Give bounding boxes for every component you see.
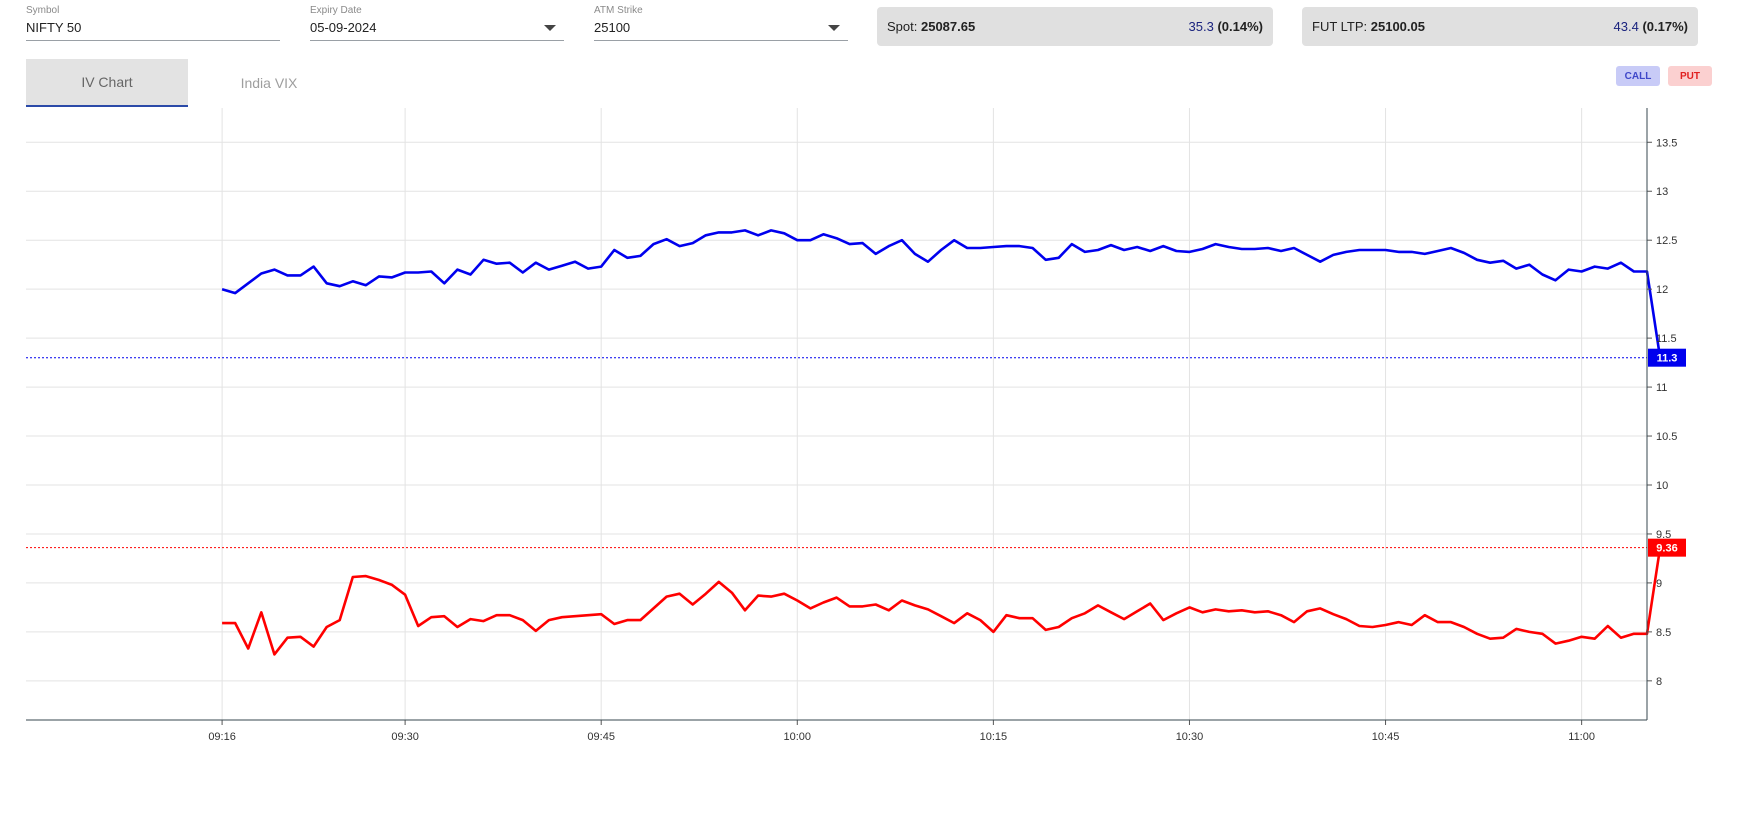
x-tick-label: 11:00 [1568,731,1595,743]
y-tick-label: 11.5 [1656,333,1677,345]
x-tick-label: 10:15 [980,731,1008,743]
iv-chart: 88.599.51010.51111.51212.51313.509:16 09:… [26,108,1686,743]
x-tick-label: 09:45 [587,731,615,743]
y-tick-label: 8.5 [1656,627,1671,639]
call-last-value-label: 11.3 [1657,353,1678,365]
x-tick-label: 10:30 [1176,731,1204,743]
y-tick-label: 11 [1656,382,1667,394]
y-tick-label: 10 [1656,480,1668,492]
x-tick-label: 10:00 [784,731,812,743]
y-tick-label: 10.5 [1656,431,1677,443]
y-tick-label: 12 [1656,284,1668,296]
y-tick-label: 12.5 [1656,235,1677,247]
y-tick-label: 9 [1656,578,1662,590]
put-iv-line [222,547,1662,656]
y-tick-label: 8 [1656,676,1662,688]
put-last-value-label: 9.36 [1656,543,1677,555]
y-tick-label: 13 [1656,186,1668,198]
x-tick-label: 09:16 [208,731,236,743]
y-tick-label: 13.5 [1656,137,1677,149]
x-tick-label: 09:30 [391,731,419,743]
x-tick-label: 10:45 [1372,731,1400,743]
